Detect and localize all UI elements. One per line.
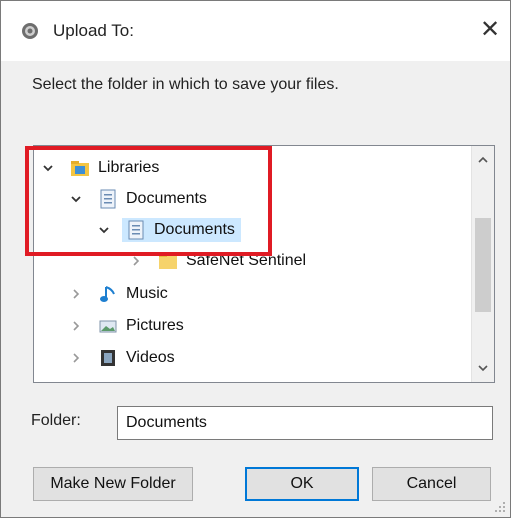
cancel-button[interactable]: Cancel — [372, 467, 491, 501]
music-note-icon — [100, 286, 115, 302]
folder-icon — [159, 254, 177, 269]
folder-label-text: Folder: — [31, 412, 81, 429]
chevron-down-icon[interactable] — [68, 191, 84, 207]
chevron-down-icon[interactable] — [40, 160, 56, 176]
chevron-right-icon[interactable] — [68, 350, 84, 366]
tree-item-label: Music — [126, 285, 168, 302]
pictures-icon — [99, 320, 117, 333]
tree-item-music[interactable]: Music — [68, 280, 172, 308]
resize-grip-icon[interactable] — [494, 501, 506, 513]
tree-item-pictures[interactable]: Pictures — [68, 312, 188, 340]
tree-item-label: Videos — [126, 349, 175, 366]
scroll-down-button[interactable] — [472, 358, 494, 378]
scroll-up-button[interactable] — [472, 150, 494, 170]
tree-scrollbar[interactable] — [471, 146, 494, 382]
make-new-folder-button[interactable]: Make New Folder — [33, 467, 193, 501]
instruction-text: Select the folder in which to save your … — [32, 76, 339, 93]
tree-item-label: SafeNet Sentinel — [186, 252, 307, 269]
upload-icon — [22, 23, 38, 39]
tree-item-videos[interactable]: Videos — [68, 344, 179, 372]
tree-item-label: Pictures — [126, 317, 184, 334]
chevron-right-icon[interactable] — [128, 253, 144, 269]
chevron-right-icon[interactable] — [68, 286, 84, 302]
close-button[interactable]: ✕ — [477, 17, 503, 43]
tree-item-documents-library[interactable]: Documents — [68, 185, 211, 213]
tree-item-label: Documents — [154, 221, 235, 238]
tree-item-safenet-sentinel[interactable]: SafeNet Sentinel — [128, 247, 310, 275]
chevron-down-icon[interactable] — [96, 222, 112, 238]
ok-button[interactable]: OK — [245, 467, 359, 501]
folder-label: Folder: — [31, 412, 81, 430]
close-icon: ✕ — [479, 16, 501, 43]
chevron-up-icon — [478, 156, 488, 163]
chevron-down-icon — [478, 365, 488, 372]
folder-name-input[interactable] — [117, 406, 493, 440]
libraries-folder-icon — [71, 161, 89, 176]
tree-item-label: Documents — [126, 190, 207, 207]
upload-to-dialog: Upload To: ✕ Select the folder in which … — [0, 0, 511, 518]
chevron-right-icon[interactable] — [68, 318, 84, 334]
scroll-thumb[interactable] — [475, 218, 491, 312]
folder-tree[interactable]: Libraries Documents Documents SafeNet Se… — [33, 145, 495, 383]
video-film-icon — [101, 350, 115, 366]
tree-item-libraries[interactable]: Libraries — [40, 154, 163, 182]
document-library-icon — [128, 220, 144, 240]
dialog-title: Upload To: — [53, 21, 134, 40]
tree-item-documents-selected[interactable]: Documents — [96, 216, 241, 244]
tree-item-label: Libraries — [98, 159, 160, 176]
document-library-icon — [100, 189, 116, 209]
title-bar: Upload To: ✕ — [1, 1, 510, 61]
